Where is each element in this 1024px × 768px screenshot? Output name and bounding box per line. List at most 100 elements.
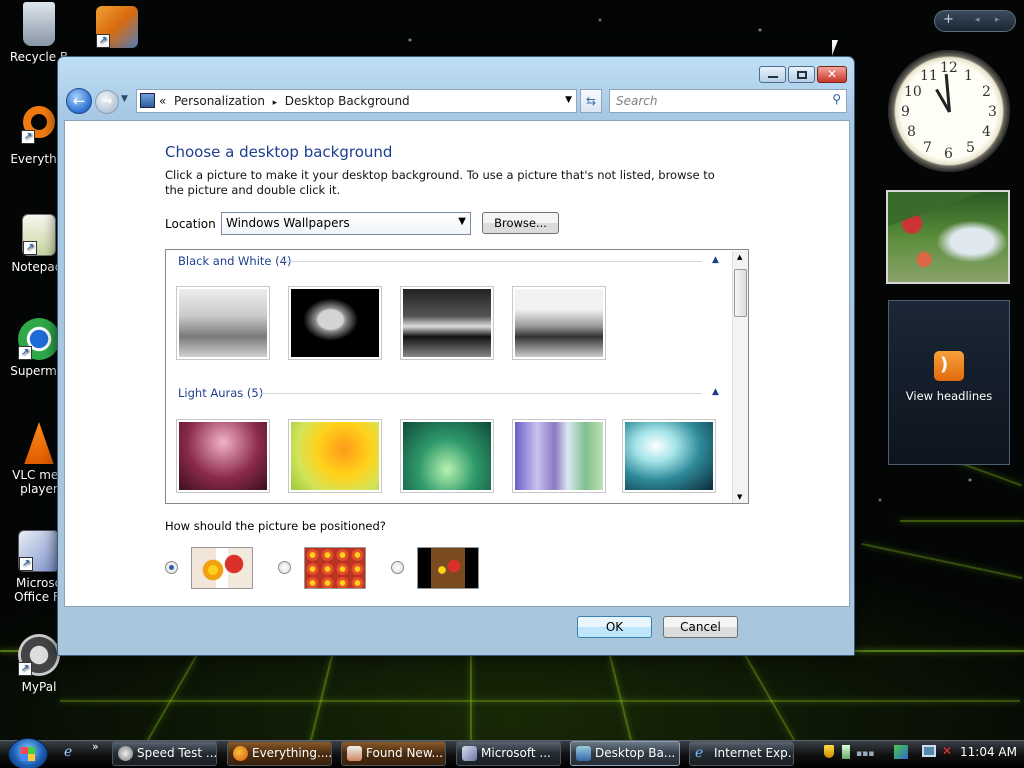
- network-icon[interactable]: [922, 745, 936, 757]
- group-divider: [282, 261, 702, 262]
- breadcrumb-root[interactable]: «: [159, 94, 166, 108]
- maximize-button[interactable]: [788, 66, 815, 83]
- collapse-group-icon[interactable]: ▲: [712, 255, 719, 265]
- slideshow-gadget[interactable]: [886, 190, 1010, 284]
- ok-button[interactable]: OK: [577, 616, 652, 638]
- control-panel-icon: [140, 93, 155, 108]
- close-button[interactable]: ✕: [817, 66, 847, 83]
- mypal-raccoon-icon: ↗: [18, 634, 60, 676]
- gallery-scrollbar[interactable]: ▲ ▼: [732, 251, 748, 503]
- instructions-text: Click a picture to make it your desktop …: [165, 168, 715, 197]
- position-tile-preview[interactable]: [304, 547, 366, 589]
- clock-time[interactable]: 11:04 AM: [960, 745, 1017, 759]
- taskbar-item-microsoft[interactable]: Microsoft ...: [456, 741, 561, 766]
- position-center-radio[interactable]: [391, 561, 404, 574]
- wallpaper-thumbnail[interactable]: [176, 419, 270, 493]
- feed-headlines-gadget[interactable]: ) View headlines: [888, 300, 1010, 465]
- clock-number: 7: [923, 140, 932, 156]
- shortcut-arrow-icon: ↗: [18, 346, 32, 360]
- taskbar-item-speed-test[interactable]: Speed Test ...: [112, 741, 217, 766]
- task-label: Speed Test ...: [137, 746, 217, 760]
- prev-gadget-icon[interactable]: ◂: [975, 15, 980, 25]
- refresh-button[interactable]: ⇆: [580, 89, 602, 113]
- group-header-light-auras[interactable]: Light Auras (5): [178, 386, 263, 400]
- position-fit-radio[interactable]: [165, 561, 178, 574]
- windows-logo-icon: [21, 747, 35, 761]
- volume-muted-icon[interactable]: ✕: [942, 744, 952, 758]
- taskbar-item-everything[interactable]: Everything....: [227, 741, 332, 766]
- taskbar-item-found-new[interactable]: Found New...: [341, 741, 446, 766]
- clock-number: 12: [940, 60, 958, 76]
- location-dropdown[interactable]: Windows Wallpapers ▼: [221, 212, 471, 235]
- address-bar[interactable]: « Personalization ▸ Desktop Background ▼: [136, 89, 577, 113]
- personalization-window: ✕ ← → ▼ « Personalization ▸ Desktop Back…: [57, 56, 855, 656]
- desktop-icon-label: MyPal: [21, 680, 57, 694]
- taskbar-item-internet-explorer[interactable]: ℯ Internet Exp...: [689, 741, 794, 766]
- view-headlines-link[interactable]: View headlines: [906, 389, 992, 403]
- browser-icon: ↗: [18, 318, 60, 360]
- tray-app-icon[interactable]: [894, 745, 908, 759]
- browse-button[interactable]: Browse...: [482, 212, 559, 234]
- scroll-up-icon[interactable]: ▲: [737, 253, 742, 261]
- group-divider: [260, 393, 702, 394]
- wallpaper-thumbnail[interactable]: [176, 286, 270, 360]
- wallpaper-thumbnail[interactable]: [622, 419, 716, 493]
- taskbar-item-desktop-background[interactable]: Desktop Ba...: [570, 741, 680, 766]
- search-input[interactable]: Search ⚲: [609, 89, 847, 113]
- page-title: Choose a desktop background: [165, 143, 393, 161]
- desktop-icon-media[interactable]: ↗: [78, 6, 156, 52]
- wallpaper-thumbnail[interactable]: [512, 419, 606, 493]
- task-label: Desktop Ba...: [595, 746, 676, 760]
- tray-network-activity-icon[interactable]: ▪▪▪: [856, 749, 874, 759]
- clock-number: 3: [988, 104, 997, 120]
- next-gadget-icon[interactable]: ▸: [995, 15, 1000, 25]
- wallpaper-thumbnail[interactable]: [400, 286, 494, 360]
- breadcrumb-separator-icon[interactable]: ▸: [273, 98, 278, 108]
- internet-explorer-quicklaunch-icon[interactable]: ℯ: [64, 744, 72, 760]
- recent-pages-dropdown[interactable]: ▼: [121, 94, 128, 104]
- back-button[interactable]: ←: [66, 88, 92, 114]
- clock-number: 2: [982, 84, 991, 100]
- task-label: Found New...: [366, 746, 443, 760]
- film-icon: ↗: [96, 6, 138, 48]
- clock-number: 1: [964, 68, 973, 84]
- position-fit-preview[interactable]: [191, 547, 253, 589]
- search-icon[interactable]: ⚲: [832, 92, 841, 106]
- vlc-cone-icon: [24, 422, 54, 464]
- position-tile-radio[interactable]: [278, 561, 291, 574]
- found-new-hardware-icon: [347, 746, 362, 761]
- position-center-preview[interactable]: [417, 547, 479, 589]
- breadcrumb-personalization[interactable]: Personalization: [174, 94, 265, 108]
- cancel-button[interactable]: Cancel: [663, 616, 738, 638]
- wallpaper-thumbnail[interactable]: [512, 286, 606, 360]
- wallpaper-thumbnail[interactable]: [288, 419, 382, 493]
- minimize-icon: [768, 76, 778, 78]
- personalization-icon: [576, 746, 591, 761]
- address-dropdown-icon[interactable]: ▼: [565, 95, 572, 105]
- microsoft-app-icon: [462, 746, 477, 761]
- minimize-button[interactable]: [759, 66, 786, 83]
- refresh-icon: ⇆: [585, 94, 597, 108]
- shortcut-arrow-icon: ↗: [19, 557, 33, 571]
- sidebar-toolbar: + ◂ ▸: [934, 10, 1016, 32]
- wallpaper-thumbnail[interactable]: [288, 286, 382, 360]
- scroll-down-icon[interactable]: ▼: [737, 493, 742, 501]
- clock-number: 6: [944, 146, 953, 162]
- wallpaper-thumbnail[interactable]: [400, 419, 494, 493]
- security-shield-icon[interactable]: [824, 745, 834, 758]
- breadcrumb-desktop-background[interactable]: Desktop Background: [285, 94, 410, 108]
- clock-gadget[interactable]: 12 1 2 3 4 5 6 7 8 9 10 11: [888, 50, 1010, 172]
- firefox-icon: [233, 746, 248, 761]
- start-button[interactable]: [8, 738, 48, 768]
- collapse-group-icon[interactable]: ▲: [712, 387, 719, 397]
- forward-arrow-icon: →: [101, 94, 113, 109]
- scrollbar-thumb[interactable]: [734, 269, 747, 317]
- recycle-bin-icon: [23, 2, 55, 46]
- quicklaunch-more-button[interactable]: »: [92, 740, 99, 753]
- desktop-icon-recycle-bin[interactable]: Recycle B: [0, 2, 78, 64]
- tray-app-icon[interactable]: [842, 745, 850, 759]
- internet-explorer-icon: ℯ: [695, 745, 704, 761]
- forward-button[interactable]: →: [95, 90, 119, 114]
- add-gadget-button[interactable]: +: [943, 12, 954, 27]
- group-header-black-and-white[interactable]: Black and White (4): [178, 254, 291, 268]
